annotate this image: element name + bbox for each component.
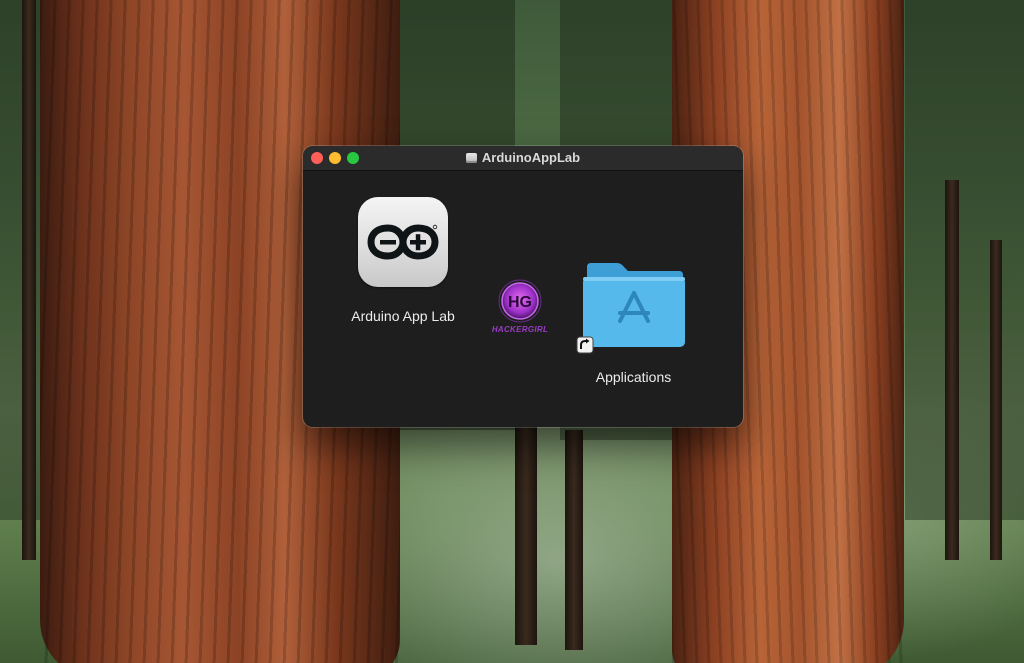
finder-window[interactable]: ArduinoAppLab Arduino App Lab HG HACKERG…: [303, 146, 743, 427]
hackergirl-logo-icon: HG: [498, 279, 542, 323]
arduino-infinity-icon: [367, 224, 439, 260]
applications-folder-icon[interactable]: [581, 259, 687, 349]
arduino-app-label: Arduino App Lab: [351, 308, 455, 324]
disk-image-icon: [465, 153, 477, 163]
window-title-text: ArduinoAppLab: [481, 150, 581, 165]
hackergirl-watermark: HG HACKERGIRL: [489, 279, 551, 339]
hackergirl-text: HACKERGIRL: [491, 325, 549, 334]
background-trunk: [945, 180, 959, 560]
background-trunk: [515, 420, 537, 645]
arduino-app-icon[interactable]: [358, 197, 448, 287]
background-trunk: [990, 240, 1002, 560]
window-title: ArduinoAppLab: [303, 150, 743, 165]
background-trunk: [565, 430, 583, 650]
alias-arrow-icon: [576, 336, 594, 354]
window-titlebar[interactable]: ArduinoAppLab: [303, 146, 743, 171]
hackergirl-monogram: HG: [508, 294, 532, 311]
applications-label: Applications: [595, 369, 672, 385]
background-tree: [905, 0, 1024, 520]
background-trunk: [22, 0, 36, 560]
